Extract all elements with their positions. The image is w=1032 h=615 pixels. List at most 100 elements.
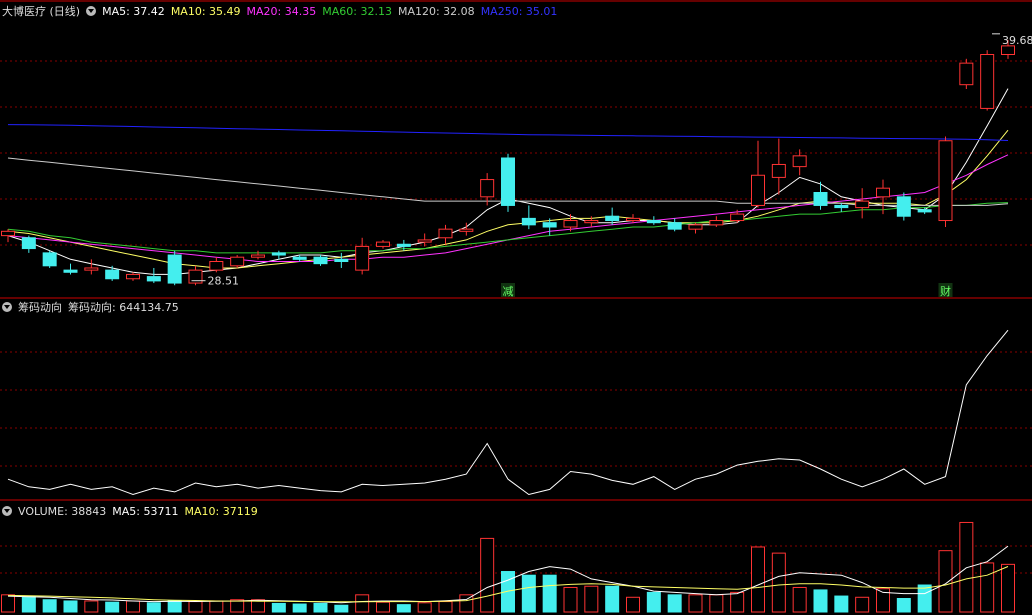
ma250-label: MA250: 35.01 [480, 4, 558, 18]
volume-bar [834, 595, 849, 613]
dropdown-icon[interactable] [2, 302, 12, 312]
volume-bar [938, 550, 953, 613]
candle [230, 255, 245, 268]
candle [855, 188, 870, 219]
candle [813, 181, 828, 210]
candle [105, 265, 120, 281]
candle [938, 136, 953, 227]
volume-bar [355, 594, 370, 613]
volume-ma10-label: MA10: 37119 [184, 504, 258, 518]
candle-body [126, 273, 140, 280]
volume-bar [563, 586, 578, 613]
volume-bar [84, 600, 99, 613]
candle-body [292, 256, 307, 260]
volume-bar [980, 562, 995, 613]
candle-body [376, 241, 390, 247]
volume-bar [396, 604, 411, 613]
volume-bar [959, 521, 974, 613]
candle [667, 218, 682, 232]
candle [188, 265, 203, 286]
candle-body [396, 243, 411, 247]
candle-body [334, 258, 349, 262]
candle-body [63, 269, 78, 273]
candle-body [167, 254, 182, 284]
ma20-label: MA20: 34.35 [246, 4, 317, 18]
volume-bar [771, 552, 786, 613]
candle-body [146, 276, 161, 282]
candle-body [667, 222, 682, 230]
candle [167, 250, 182, 286]
volume-bar [584, 585, 599, 613]
candle-body [542, 222, 557, 228]
volume-label: VOLUME: 38843 [18, 504, 107, 518]
candle-body [855, 200, 870, 209]
candle [501, 153, 515, 212]
candle-body [563, 220, 578, 228]
candle-body [84, 267, 99, 271]
dropdown-icon[interactable] [86, 6, 97, 16]
candle [1, 229, 15, 243]
volume-bar [917, 584, 932, 613]
candle-body [938, 140, 953, 222]
candle [917, 207, 932, 215]
volume-bar [209, 600, 224, 613]
candle-body [646, 220, 661, 224]
candle [480, 173, 495, 206]
candle-body [521, 217, 536, 226]
volume-bar [646, 591, 661, 613]
candle-body [480, 179, 495, 198]
candle-body [709, 220, 724, 226]
candle [959, 58, 974, 89]
volume-bar [313, 602, 328, 613]
event-label: 财 [940, 284, 951, 298]
candle [355, 237, 370, 275]
candle [376, 239, 390, 249]
candle [21, 235, 36, 253]
stock-title: 大博医疗 (日线) [2, 5, 81, 18]
volume-bar [167, 600, 182, 613]
ma10-label: MA10: 35.49 [170, 4, 241, 18]
candle [146, 267, 161, 284]
candle-body [626, 217, 640, 222]
candle-body [813, 192, 828, 206]
volume-bar [63, 600, 78, 613]
ma120-label: MA120: 32.08 [397, 4, 475, 18]
dropdown-icon[interactable] [2, 506, 12, 516]
candle [771, 138, 786, 195]
low-price-label: 28.51 [208, 275, 240, 288]
candle-body [917, 209, 932, 213]
candle-body [730, 213, 745, 222]
volume-bar [667, 594, 682, 613]
volume-panel-header: VOLUME: 38843 MA5: 53711 MA10: 37119 [2, 503, 258, 519]
volume-ma5-label: MA5: 53711 [112, 504, 179, 518]
candle-body [209, 261, 224, 271]
candle-body [980, 54, 995, 109]
candle-body [751, 174, 765, 206]
candle [980, 50, 995, 111]
volume-bar [292, 603, 307, 613]
price-panel-header: 大博医疗 (日线) MA5: 37.42 MA10: 35.49 MA20: 3… [2, 3, 557, 19]
candle-body [105, 269, 120, 280]
high-price-label: 39.68 [1002, 34, 1032, 47]
event-label: 减 [503, 285, 514, 298]
candle [417, 233, 432, 247]
candle-body [271, 252, 286, 256]
candle [126, 272, 140, 281]
candle-body [1, 230, 15, 237]
candle-body [42, 252, 57, 267]
volume-bar [271, 602, 286, 613]
volume-bar [480, 537, 495, 613]
volume-bar [21, 595, 36, 613]
candle-body [251, 254, 265, 258]
candle-body [834, 204, 849, 209]
volume-bar [605, 585, 620, 613]
candle-body [1001, 45, 1015, 55]
candle-body [959, 62, 974, 86]
ma-line-ma250 [7, 124, 1009, 141]
volume-bar [146, 602, 161, 613]
candle [63, 263, 78, 275]
candle [84, 259, 99, 275]
candle-body [501, 157, 515, 206]
volume-bar [896, 598, 911, 613]
candle [313, 255, 328, 266]
